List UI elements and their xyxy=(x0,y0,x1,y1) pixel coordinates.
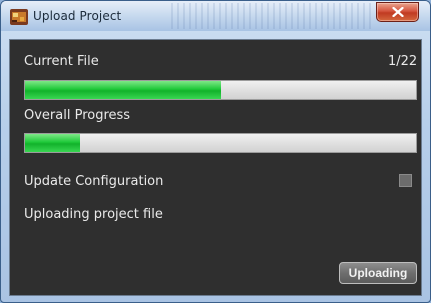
window-title: Upload Project xyxy=(33,9,122,23)
current-file-progress-fill xyxy=(25,81,221,99)
title-bar[interactable]: Upload Project xyxy=(1,1,430,31)
upload-project-window: Upload Project Current File 1/22 Overall… xyxy=(0,0,431,303)
update-configuration-checkbox[interactable] xyxy=(399,174,412,187)
uploading-button[interactable]: Uploading xyxy=(339,262,417,284)
close-icon xyxy=(391,7,404,17)
status-text: Uploading project file xyxy=(24,207,163,222)
overall-progress-label: Overall Progress xyxy=(24,108,131,123)
dialog-body: Current File 1/22 Overall Progress Updat… xyxy=(9,39,422,296)
current-file-progress-bar xyxy=(24,80,417,100)
app-project-icon xyxy=(10,9,28,25)
overall-progress-bar xyxy=(24,133,417,153)
overall-progress-fill xyxy=(25,134,80,152)
title-bar-decoration xyxy=(171,3,371,29)
update-configuration-label: Update Configuration xyxy=(24,174,164,189)
file-counter: 1/22 xyxy=(388,54,418,69)
close-button[interactable] xyxy=(376,2,419,22)
current-file-label: Current File xyxy=(24,54,99,69)
